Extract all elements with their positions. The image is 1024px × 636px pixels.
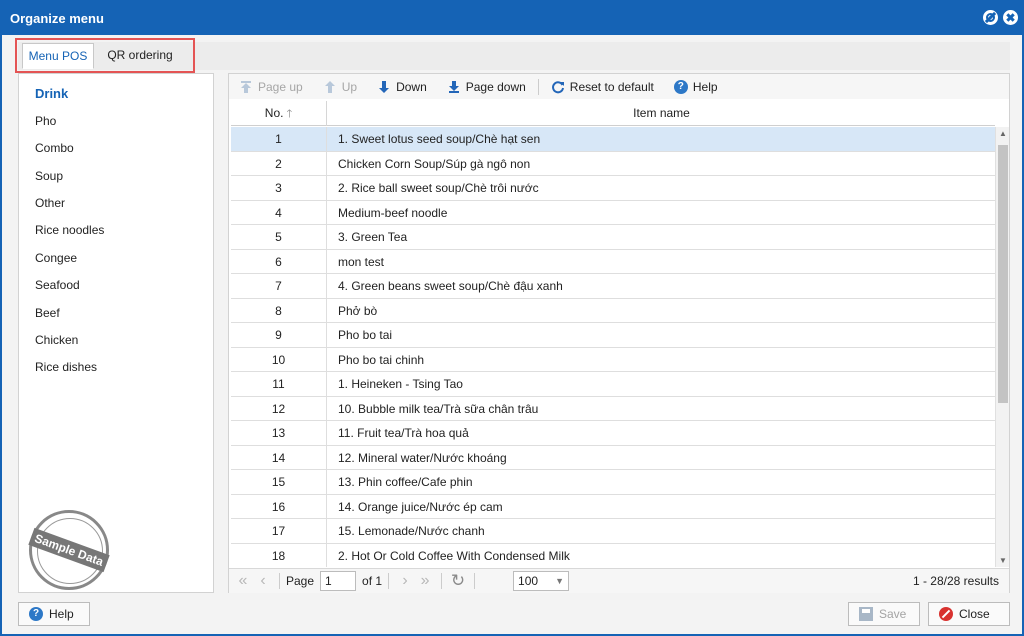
close-button[interactable]: Close bbox=[928, 602, 1010, 626]
table-row[interactable]: 13 11. Fruit tea/Trà hoa quả bbox=[231, 421, 995, 446]
scrollbar-thumb[interactable] bbox=[998, 145, 1008, 403]
table-row[interactable]: 10 Pho bo tai chinh bbox=[231, 347, 995, 372]
toolbar-separator bbox=[537, 78, 539, 95]
page-down-icon bbox=[447, 80, 461, 94]
save-label: Save bbox=[879, 607, 907, 621]
organize-menu-window: Organize menu Menu POS QR ordering Drink… bbox=[0, 0, 1024, 636]
up-label: Up bbox=[341, 79, 358, 94]
category-combo[interactable]: Combo bbox=[35, 141, 74, 155]
reload-icon[interactable]: ↻ bbox=[448, 571, 468, 591]
close-icon bbox=[939, 607, 953, 621]
category-beef[interactable]: Beef bbox=[35, 306, 60, 320]
category-seafood[interactable]: Seafood bbox=[35, 278, 80, 292]
pager-separator bbox=[388, 573, 390, 589]
page-label: Page bbox=[286, 574, 315, 588]
table-row[interactable]: 6 mon test bbox=[231, 249, 995, 274]
table-row[interactable]: 8 Phở bò bbox=[231, 298, 995, 323]
window-title: Organize menu bbox=[10, 11, 104, 26]
table-row[interactable]: 4 Medium-beef noodle bbox=[231, 200, 995, 225]
table-row[interactable]: 3 2. Rice ball sweet soup/Chè trôi nước bbox=[231, 176, 995, 201]
pager-bar: « ‹ Page 1 of 1 › » ↻ 100 ▼ 1 - 28/28 res… bbox=[229, 568, 1009, 593]
table-row[interactable]: 14 12. Mineral water/Nước khoáng bbox=[231, 445, 995, 470]
table-row[interactable]: 11 1. Heineken - Tsing Tao bbox=[231, 372, 995, 397]
table-row[interactable]: 5 3. Green Tea bbox=[231, 225, 995, 250]
help-label: Help bbox=[49, 607, 74, 621]
chevron-down-icon: ▼ bbox=[555, 576, 565, 586]
previous-page-icon[interactable]: ‹ bbox=[253, 572, 273, 590]
page-down-label: Page down bbox=[465, 79, 526, 94]
page-up-icon bbox=[239, 80, 253, 94]
help-button[interactable]: ? Help bbox=[18, 602, 90, 626]
save-icon bbox=[859, 607, 873, 621]
table-row[interactable]: 16 14. Orange juice/Nước ép cam bbox=[231, 494, 995, 519]
next-page-icon[interactable]: › bbox=[395, 572, 415, 590]
category-rice-dishes[interactable]: Rice dishes bbox=[35, 360, 97, 374]
reset-to-default-button[interactable]: Reset to default bbox=[541, 74, 664, 99]
sample-data-stamp: Sample Data bbox=[28, 510, 110, 590]
category-drink[interactable]: Drink bbox=[35, 86, 68, 101]
results-count: 1 - 28/28 results bbox=[912, 574, 999, 588]
scroll-up-arrow-icon[interactable]: ▲ bbox=[999, 129, 1007, 138]
page-count-label: of 1 bbox=[362, 574, 383, 588]
table-row[interactable]: 15 13. Phin coffee/Cafe phin bbox=[231, 470, 995, 495]
reset-label: Reset to default bbox=[569, 79, 654, 94]
category-congee[interactable]: Congee bbox=[35, 251, 77, 265]
table-row[interactable]: 17 15. Lemonade/Nước chanh bbox=[231, 519, 995, 544]
scroll-down-arrow-icon[interactable]: ▼ bbox=[999, 556, 1007, 565]
table-row[interactable]: 12 10. Bubble milk tea/Trà sữa chân trâu bbox=[231, 396, 995, 421]
down-arrow-icon bbox=[377, 80, 391, 94]
page-number-input[interactable]: 1 bbox=[320, 571, 357, 591]
save-button[interactable]: Save bbox=[848, 602, 920, 626]
category-soup[interactable]: Soup bbox=[35, 169, 63, 183]
help-icon: ? bbox=[673, 79, 688, 94]
sample-data-stamp-text: Sample Data bbox=[28, 527, 110, 573]
help-icon: ? bbox=[29, 607, 43, 621]
up-arrow-icon bbox=[323, 80, 337, 94]
pager-separator bbox=[441, 573, 443, 589]
grid-body: 1 1. Sweet lotus seed soup/Chè hạt sen 2C… bbox=[231, 127, 995, 567]
table-row[interactable]: 1 1. Sweet lotus seed soup/Chè hạt sen bbox=[231, 127, 995, 152]
close-window-icon[interactable] bbox=[1003, 10, 1018, 25]
down-label: Down bbox=[396, 79, 427, 94]
last-page-icon[interactable]: » bbox=[415, 572, 435, 590]
table-row[interactable]: 18 2. Hot Or Cold Coffee With Condensed M… bbox=[231, 543, 995, 567]
sort-up-arrow-icon: 🡑 bbox=[286, 108, 293, 120]
table-row[interactable]: 2 Chicken Corn Soup/Súp gà ngô non bbox=[231, 151, 995, 176]
category-other[interactable]: Other bbox=[35, 196, 65, 210]
first-page-icon[interactable]: « bbox=[233, 572, 253, 590]
page-up-button[interactable]: Page up bbox=[229, 74, 313, 99]
title-bar-icons bbox=[983, 10, 1018, 25]
order-toolbar: Page up Up Down Page down Reset to defau… bbox=[229, 74, 1009, 99]
grid-vertical-scrollbar[interactable]: ▲ ▼ bbox=[995, 127, 1009, 567]
page-up-label: Page up bbox=[258, 79, 303, 94]
pager-separator bbox=[279, 573, 280, 589]
tab-highlight-box bbox=[15, 38, 195, 73]
down-button[interactable]: Down bbox=[367, 74, 437, 99]
category-sidebar: Drink Pho Combo Soup Other Rice noodles … bbox=[18, 73, 214, 593]
toolbar-help-label: Help bbox=[692, 79, 718, 94]
category-chicken[interactable]: Chicken bbox=[35, 333, 78, 347]
category-rice-noodles[interactable]: Rice noodles bbox=[35, 223, 104, 237]
page-size-select[interactable]: 100 ▼ bbox=[513, 571, 570, 591]
pager-separator bbox=[474, 573, 476, 589]
grid-header: No. 🡑 Item name bbox=[231, 101, 995, 126]
close-label: Close bbox=[959, 607, 990, 621]
menu-items-panel: Page up Up Down Page down Reset to defau… bbox=[228, 73, 1010, 593]
table-row[interactable]: 9 Pho bo tai bbox=[231, 323, 995, 348]
settings-icon[interactable] bbox=[983, 10, 998, 25]
column-header-no[interactable]: No. 🡑 bbox=[231, 101, 327, 126]
title-bar: Organize menu bbox=[2, 2, 1022, 35]
toolbar-help-button[interactable]: ? Help bbox=[664, 74, 728, 99]
category-pho[interactable]: Pho bbox=[35, 114, 56, 128]
table-row[interactable]: 7 4. Green beans sweet soup/Chè đậu xanh bbox=[231, 274, 995, 299]
refresh-icon bbox=[551, 80, 565, 94]
column-header-item-name[interactable]: Item name bbox=[328, 101, 995, 126]
page-down-button[interactable]: Page down bbox=[437, 74, 536, 99]
up-button[interactable]: Up bbox=[313, 74, 367, 99]
